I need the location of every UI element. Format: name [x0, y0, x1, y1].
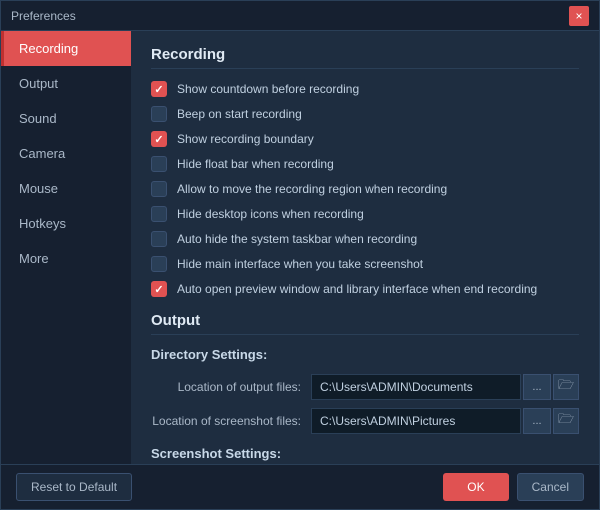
sidebar-item-sound[interactable]: Sound	[1, 101, 131, 136]
checkbox-moveregion: Allow to move the recording region when …	[151, 181, 579, 197]
checkbox-moveregion-box[interactable]	[151, 181, 167, 197]
sidebar: Recording Output Sound Camera Mouse Hotk…	[1, 31, 131, 464]
footer: Reset to Default OK Cancel	[1, 464, 599, 509]
close-button[interactable]: ×	[569, 6, 589, 26]
sidebar-item-more[interactable]: More	[1, 241, 131, 276]
checkbox-boundary: ✓ Show recording boundary	[151, 131, 579, 147]
checkbox-beep-box[interactable]	[151, 106, 167, 122]
checkbox-taskbar-box[interactable]	[151, 231, 167, 247]
reset-button[interactable]: Reset to Default	[16, 473, 132, 501]
sidebar-item-output[interactable]: Output	[1, 66, 131, 101]
main-content: Recording Output Sound Camera Mouse Hotk…	[1, 31, 599, 464]
checkbox-desktopicons-box[interactable]	[151, 206, 167, 222]
checkbox-desktopicons: Hide desktop icons when recording	[151, 206, 579, 222]
content-area: Recording ✓ Show countdown before record…	[131, 31, 599, 464]
checkbox-preview: ✓ Auto open preview window and library i…	[151, 281, 579, 297]
screenshot-files-row: Location of screenshot files: ... 🗁	[151, 408, 579, 434]
ok-button[interactable]: OK	[443, 473, 508, 501]
screenshot-settings-section: Screenshot Settings: Screenshot format: …	[151, 446, 579, 464]
checkbox-preview-box[interactable]: ✓	[151, 281, 167, 297]
title-bar: Preferences ×	[1, 1, 599, 31]
sidebar-item-recording[interactable]: Recording	[1, 31, 131, 66]
screenshot-files-dots-button[interactable]: ...	[523, 408, 551, 434]
output-files-dots-button[interactable]: ...	[523, 374, 551, 400]
cancel-button[interactable]: Cancel	[517, 473, 584, 501]
checkbox-maininterface-box[interactable]	[151, 256, 167, 272]
sidebar-item-camera[interactable]: Camera	[1, 136, 131, 171]
screenshot-files-label: Location of screenshot files:	[151, 414, 311, 428]
screenshot-files-input[interactable]	[311, 408, 521, 434]
output-section: Output Directory Settings: Location of o…	[151, 312, 579, 464]
checkbox-floatbar: Hide float bar when recording	[151, 156, 579, 172]
checkbox-maininterface: Hide main interface when you take screen…	[151, 256, 579, 272]
folder-icon: 🗁	[558, 410, 574, 432]
output-section-title: Output	[151, 312, 579, 335]
checkbox-countdown: ✓ Show countdown before recording	[151, 81, 579, 97]
output-files-folder-button[interactable]: 🗁	[553, 374, 579, 400]
folder-icon: 🗁	[558, 376, 574, 398]
sidebar-item-hotkeys[interactable]: Hotkeys	[1, 206, 131, 241]
checkbox-countdown-box[interactable]: ✓	[151, 81, 167, 97]
checkbox-beep: Beep on start recording	[151, 106, 579, 122]
screenshot-files-folder-button[interactable]: 🗁	[553, 408, 579, 434]
output-files-label: Location of output files:	[151, 380, 311, 394]
sidebar-item-mouse[interactable]: Mouse	[1, 171, 131, 206]
output-files-row: Location of output files: ... 🗁	[151, 374, 579, 400]
footer-right: OK Cancel	[443, 473, 584, 501]
checkbox-floatbar-box[interactable]	[151, 156, 167, 172]
checkbox-taskbar: Auto hide the system taskbar when record…	[151, 231, 579, 247]
recording-section-title: Recording	[151, 46, 579, 69]
dialog-title: Preferences	[11, 9, 76, 23]
checkbox-boundary-box[interactable]: ✓	[151, 131, 167, 147]
output-files-input[interactable]	[311, 374, 521, 400]
preferences-dialog: Preferences × Recording Output Sound Cam…	[0, 0, 600, 510]
screenshot-settings-title: Screenshot Settings:	[151, 446, 579, 461]
screenshot-files-input-group: ... 🗁	[311, 408, 579, 434]
output-files-input-group: ... 🗁	[311, 374, 579, 400]
directory-settings-title: Directory Settings:	[151, 347, 579, 362]
